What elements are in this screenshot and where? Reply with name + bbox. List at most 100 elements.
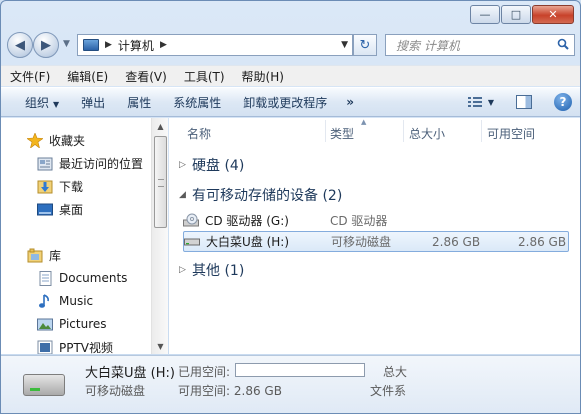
nav-item-music[interactable]: Music [37, 291, 93, 311]
chevron-right-icon[interactable]: ▶ [160, 40, 167, 50]
close-button[interactable]: ✕ [532, 5, 574, 24]
expand-icon[interactable]: ▷ [179, 160, 189, 170]
star-icon [27, 132, 43, 148]
video-library-icon [37, 340, 53, 354]
item-type: CD 驱动器 [330, 214, 388, 228]
nav-item-documents[interactable]: Documents [37, 268, 127, 288]
nav-item-pptv[interactable]: PPTV视频 [37, 337, 113, 354]
nav-scrollbar[interactable]: ▲ ▼ [151, 118, 168, 354]
documents-icon [39, 270, 52, 286]
breadcrumb-computer[interactable]: 计算机 [118, 37, 154, 54]
arrow-left-icon: ◀ [15, 37, 25, 53]
system-properties-button[interactable]: 系统属性 [162, 94, 232, 111]
free-space-row: 可用空间: 2.86 GB [178, 382, 282, 399]
usb-drive-icon [23, 374, 65, 396]
organize-label: 组织 [25, 95, 50, 110]
music-icon [39, 293, 49, 308]
group-other[interactable]: ▷ 其他 (1) [179, 260, 244, 280]
eject-button[interactable]: 弹出 [70, 94, 116, 111]
scroll-up-icon[interactable]: ▲ [152, 118, 169, 134]
nav-label: Music [59, 294, 94, 308]
organize-button[interactable]: 组织 ▼ [1, 94, 70, 111]
computer-icon [83, 39, 99, 51]
refresh-icon: ↻ [359, 37, 371, 53]
nav-libraries[interactable]: 库 [27, 245, 61, 265]
list-item-usb-drive[interactable]: 大白菜U盘 (H:) 可移动磁盘 2.86 GB 2.86 GB [183, 231, 569, 252]
search-input[interactable]: 搜索 计算机 [385, 34, 575, 56]
column-free-space[interactable]: 可用空间 [487, 125, 535, 142]
column-divider[interactable] [403, 120, 404, 142]
column-total-size[interactable]: 总大小 [409, 125, 445, 142]
expand-icon[interactable]: ▷ [179, 265, 189, 275]
forward-button[interactable]: ▶ [33, 32, 59, 58]
navigation-pane: 收藏夹 最近访问的位置 下载 桌面 库 Documents Music Pict… [1, 118, 168, 354]
cd-drive-icon [183, 213, 199, 227]
nav-item-downloads[interactable]: 下载 [37, 176, 83, 196]
back-button[interactable]: ◀ [7, 32, 33, 58]
address-history-dropdown[interactable]: ▼ [341, 40, 348, 50]
column-name[interactable]: 名称 [187, 125, 211, 142]
nav-item-pictures[interactable]: Pictures [37, 314, 107, 334]
nav-label: 最近访问的位置 [59, 156, 144, 171]
view-dropdown[interactable]: ▼ [488, 98, 494, 107]
usb-drive-icon [184, 238, 200, 246]
refresh-button[interactable]: ↻ [353, 34, 377, 56]
search-icon[interactable] [557, 38, 569, 50]
preview-pane-icon[interactable] [516, 95, 532, 109]
recent-pages-dropdown[interactable]: ▼ [63, 39, 70, 49]
menu-file[interactable]: 文件(F) [1, 68, 58, 85]
nav-label: 下载 [59, 179, 84, 194]
column-divider[interactable] [481, 120, 482, 142]
properties-button[interactable]: 属性 [116, 94, 162, 111]
maximize-button[interactable]: □ [501, 5, 531, 24]
address-bar[interactable]: ▶ 计算机 ▶ ▼ [77, 34, 353, 56]
nav-label: PPTV视频 [59, 340, 114, 355]
desktop-icon [37, 203, 53, 215]
menu-tools[interactable]: 工具(T) [175, 68, 233, 85]
menu-edit[interactable]: 编辑(E) [58, 68, 116, 85]
file-system-label: 文件系 [370, 384, 407, 398]
scrollbar-thumb[interactable] [154, 136, 167, 228]
group-label: 其他 (1) [192, 263, 245, 279]
menu-help[interactable]: 帮助(H) [233, 68, 292, 85]
help-icon[interactable]: ? [554, 93, 572, 111]
details-drive-type: 可移动磁盘 [85, 384, 146, 398]
view-options-icon[interactable] [467, 96, 482, 108]
group-label: 有可移动存储的设备 (2) [192, 188, 343, 204]
nav-item-recent[interactable]: 最近访问的位置 [37, 153, 143, 173]
used-space-bar [235, 363, 365, 377]
recent-places-icon [37, 157, 53, 170]
group-removable[interactable]: ◢ 有可移动存储的设备 (2) [179, 185, 342, 205]
toolbar-right: ▼ ? [467, 93, 572, 111]
more-commands-button[interactable]: » [338, 95, 362, 109]
uninstall-button[interactable]: 卸载或更改程序 [232, 94, 338, 111]
used-space-label: 已用空间: [178, 365, 231, 379]
downloads-folder-icon [37, 180, 53, 193]
nav-label: Pictures [59, 317, 107, 331]
list-item-cd-drive[interactable]: CD 驱动器 (G:) CD 驱动器 [183, 210, 569, 231]
minimize-button[interactable]: — [470, 5, 500, 24]
details-drive-name: 大白菜U盘 (H:) [85, 366, 175, 381]
search-placeholder: 搜索 计算机 [396, 38, 460, 53]
group-hard-disks[interactable]: ▷ 硬盘 (4) [179, 155, 244, 175]
chevron-right-icon[interactable]: ▶ [105, 40, 112, 50]
collapse-icon[interactable]: ◢ [179, 190, 189, 200]
item-name: 大白菜U盘 (H:) [206, 235, 290, 249]
menu-view[interactable]: 查看(V) [116, 68, 175, 85]
library-icon [27, 248, 43, 262]
nav-favorites[interactable]: 收藏夹 [27, 130, 85, 150]
scroll-down-icon[interactable]: ▼ [152, 338, 169, 354]
grip-icon [158, 179, 164, 187]
nav-label: 桌面 [59, 202, 84, 217]
nav-label: Documents [59, 271, 128, 285]
free-space-label: 可用空间: [178, 384, 231, 398]
caption-buttons: — □ ✕ [469, 5, 574, 24]
menu-bar: 文件(F) 编辑(E) 查看(V) 工具(T) 帮助(H) [1, 65, 580, 86]
nav-item-desktop[interactable]: 桌面 [37, 199, 83, 219]
nav-label: 库 [49, 248, 62, 263]
total-size-label: 总大 [383, 365, 408, 379]
address-row: ◀ ▶ ▼ ▶ 计算机 ▶ ▼ ↻ 搜索 计算机 [7, 31, 575, 61]
free-space-value: 2.86 GB [233, 384, 282, 398]
column-type[interactable]: 类型 [330, 125, 354, 142]
column-divider[interactable] [325, 120, 326, 142]
